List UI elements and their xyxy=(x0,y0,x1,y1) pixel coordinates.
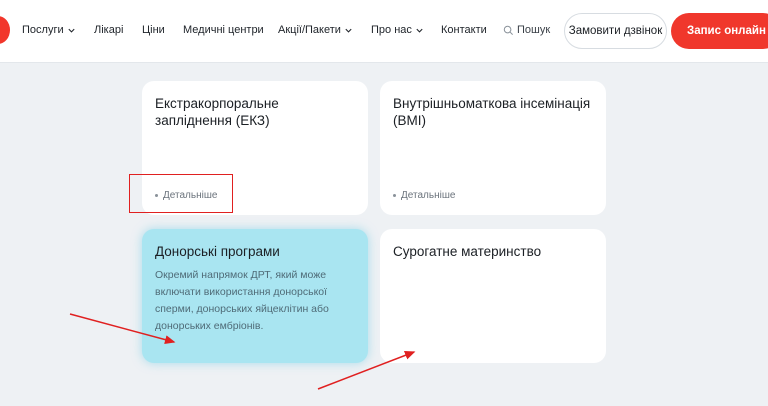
card-description: Окремий напрямок ДРТ, який може включати… xyxy=(155,269,329,332)
nav-item-label: Медичні центри xyxy=(183,24,264,36)
brand-logo[interactable] xyxy=(0,16,10,44)
service-card-donor-programs[interactable]: Донорські програми Окремий напрямок ДРТ,… xyxy=(142,229,368,363)
nav-item-prices[interactable]: Ціни xyxy=(142,24,165,36)
annotation-highlight-box xyxy=(129,174,233,213)
card-title: Донорські програми xyxy=(155,244,280,259)
nav-item-label: Лікарі xyxy=(94,24,124,36)
nav-item-medical-centers[interactable]: Медичні центри xyxy=(183,24,264,36)
card-title: Екстракорпоральне запліднення (ЕКЗ) xyxy=(155,96,279,128)
nav-item-about[interactable]: Про нас xyxy=(371,24,424,36)
nav-item-promotions[interactable]: Акції/Пакети xyxy=(278,24,353,36)
bullet-dot-icon xyxy=(393,194,396,197)
chevron-down-icon xyxy=(68,28,75,33)
site-header: Послуги Лікарі Ціни Медичні центри Акції… xyxy=(0,0,768,62)
chevron-down-icon xyxy=(345,28,352,33)
nav-item-contacts[interactable]: Контакти xyxy=(441,24,487,36)
order-call-button[interactable]: Замовити дзвінок xyxy=(564,13,667,49)
card-title: Сурогатне материнство xyxy=(393,244,542,259)
nav-item-label: Послуги xyxy=(22,24,64,36)
search-button[interactable]: Пошук xyxy=(503,24,550,36)
nav-item-label: Контакти xyxy=(441,24,487,36)
nav-item-doctors[interactable]: Лікарі xyxy=(94,24,123,36)
nav-item-label: Ціни xyxy=(142,24,165,36)
chevron-down-icon xyxy=(416,28,423,33)
nav-item-services[interactable]: Послуги xyxy=(22,24,76,36)
nav-item-label: Акції/Пакети xyxy=(278,24,341,36)
search-label: Пошук xyxy=(517,24,551,36)
search-icon xyxy=(503,25,513,35)
card-more-link[interactable]: Детальніше xyxy=(393,190,455,201)
service-card-surrogacy[interactable]: Сурогатне материнство xyxy=(380,229,606,363)
service-card-iui[interactable]: Внутрішньоматкова інсемінація (ВМІ) Дета… xyxy=(380,81,606,215)
nav-item-label: Про нас xyxy=(371,24,412,36)
book-online-button[interactable]: Запис онлайн xyxy=(671,13,768,49)
card-title: Внутрішньоматкова інсемінація (ВМІ) xyxy=(393,96,591,128)
card-more-label: Детальніше xyxy=(401,190,456,201)
